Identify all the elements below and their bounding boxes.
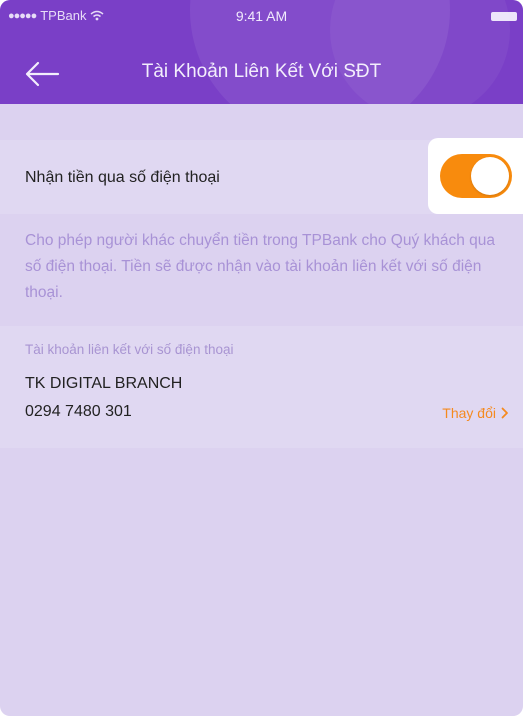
change-account-link[interactable]: Thay đổi [442, 405, 509, 421]
chevron-right-icon [501, 407, 508, 419]
linked-account-section: Tài khoản liên kết với số điện thoại TK … [0, 326, 523, 448]
change-link-label: Thay đổi [442, 405, 496, 421]
receive-by-phone-label: Nhận tiền qua số điện thoại [25, 169, 220, 186]
navigation-bar: Tài Khoản Liên Kết Với SĐT [0, 50, 523, 96]
battery-icon [491, 12, 517, 21]
toggle-highlight [428, 138, 523, 214]
linked-account-caption: Tài khoản liên kết với số điện thoại [25, 342, 234, 357]
page-title: Tài Khoản Liên Kết Với SĐT [141, 61, 382, 82]
account-name: TK DIGITAL BRANCH [25, 375, 183, 392]
account-number: 0294 7480 301 [25, 403, 132, 420]
clock: 9:41 AM [235, 8, 288, 24]
receive-description: Cho phép người khác chuyển tiền trong TP… [25, 232, 496, 301]
receive-by-phone-toggle[interactable] [440, 154, 512, 198]
status-bar: ●●●●● TPBank 9:41 AM [0, 0, 523, 34]
header-bar: ●●●●● TPBank 9:41 AM Tài Khoản Liên Kết … [0, 0, 523, 104]
phone-screen: ●●●●● TPBank 9:41 AM Tài Khoản Liên Kết … [0, 0, 523, 716]
toggle-knob [471, 157, 509, 195]
